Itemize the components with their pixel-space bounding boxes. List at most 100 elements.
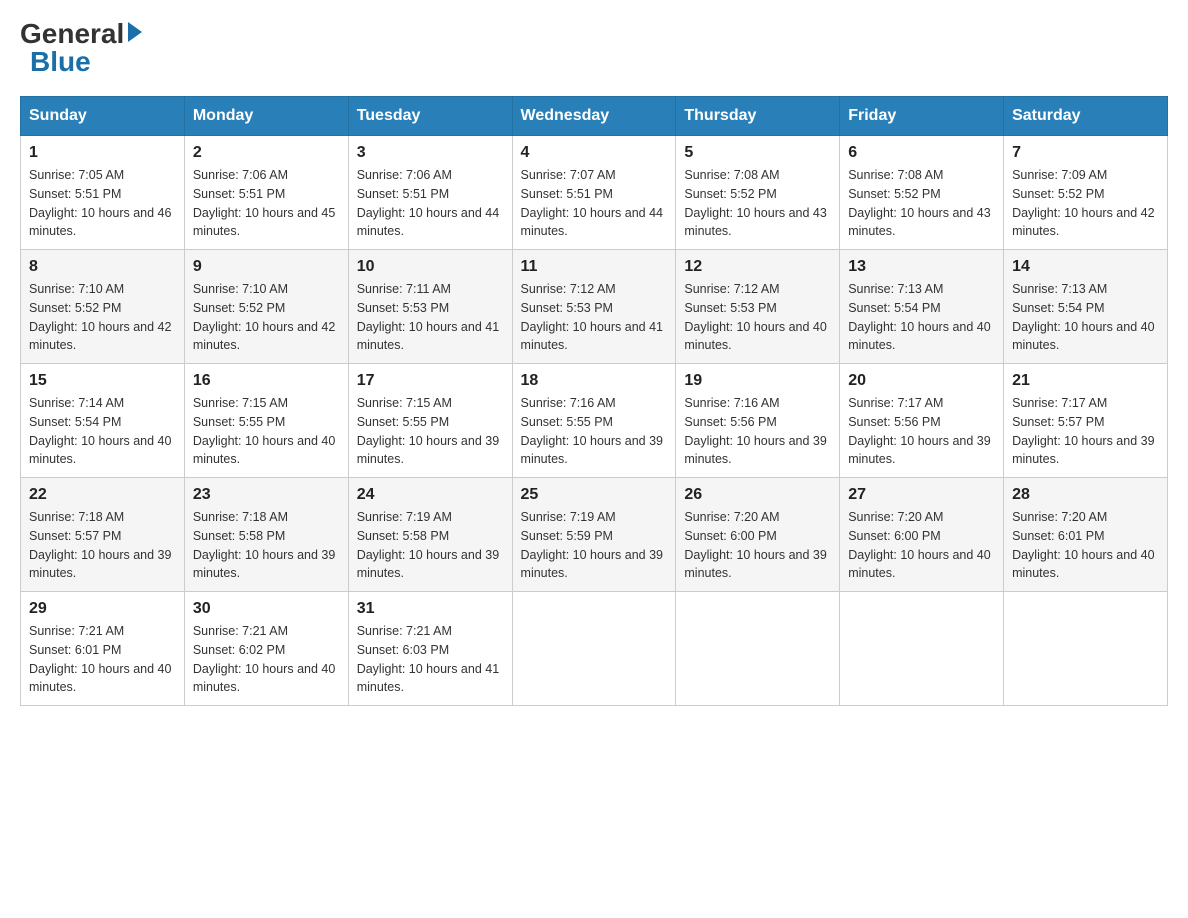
weekday-header-thursday: Thursday (676, 97, 840, 136)
day-info: Sunrise: 7:15 AMSunset: 5:55 PMDaylight:… (193, 396, 335, 466)
day-info: Sunrise: 7:20 AMSunset: 6:00 PMDaylight:… (848, 510, 990, 580)
calendar-week-row: 8 Sunrise: 7:10 AMSunset: 5:52 PMDayligh… (21, 250, 1168, 364)
day-number: 11 (521, 258, 668, 276)
day-info: Sunrise: 7:07 AMSunset: 5:51 PMDaylight:… (521, 168, 663, 238)
calendar-cell: 8 Sunrise: 7:10 AMSunset: 5:52 PMDayligh… (21, 250, 185, 364)
day-number: 17 (357, 372, 504, 390)
day-info: Sunrise: 7:13 AMSunset: 5:54 PMDaylight:… (1012, 282, 1154, 352)
day-info: Sunrise: 7:05 AMSunset: 5:51 PMDaylight:… (29, 168, 171, 238)
calendar-cell: 13 Sunrise: 7:13 AMSunset: 5:54 PMDaylig… (840, 250, 1004, 364)
day-number: 18 (521, 372, 668, 390)
day-number: 1 (29, 144, 176, 162)
day-info: Sunrise: 7:17 AMSunset: 5:57 PMDaylight:… (1012, 396, 1154, 466)
day-number: 24 (357, 486, 504, 504)
calendar-cell: 7 Sunrise: 7:09 AMSunset: 5:52 PMDayligh… (1004, 136, 1168, 250)
page-header: General Blue (20, 20, 1168, 76)
day-number: 25 (521, 486, 668, 504)
day-info: Sunrise: 7:20 AMSunset: 6:01 PMDaylight:… (1012, 510, 1154, 580)
calendar-cell: 20 Sunrise: 7:17 AMSunset: 5:56 PMDaylig… (840, 364, 1004, 478)
day-info: Sunrise: 7:16 AMSunset: 5:56 PMDaylight:… (684, 396, 826, 466)
calendar-cell: 18 Sunrise: 7:16 AMSunset: 5:55 PMDaylig… (512, 364, 676, 478)
calendar-cell: 15 Sunrise: 7:14 AMSunset: 5:54 PMDaylig… (21, 364, 185, 478)
weekday-header-sunday: Sunday (21, 97, 185, 136)
calendar-cell: 31 Sunrise: 7:21 AMSunset: 6:03 PMDaylig… (348, 592, 512, 706)
day-number: 26 (684, 486, 831, 504)
day-info: Sunrise: 7:12 AMSunset: 5:53 PMDaylight:… (521, 282, 663, 352)
day-number: 6 (848, 144, 995, 162)
calendar-cell: 9 Sunrise: 7:10 AMSunset: 5:52 PMDayligh… (184, 250, 348, 364)
day-info: Sunrise: 7:10 AMSunset: 5:52 PMDaylight:… (193, 282, 335, 352)
day-number: 27 (848, 486, 995, 504)
day-number: 8 (29, 258, 176, 276)
calendar-cell: 10 Sunrise: 7:11 AMSunset: 5:53 PMDaylig… (348, 250, 512, 364)
calendar-cell (676, 592, 840, 706)
calendar-cell: 28 Sunrise: 7:20 AMSunset: 6:01 PMDaylig… (1004, 478, 1168, 592)
day-info: Sunrise: 7:19 AMSunset: 5:59 PMDaylight:… (521, 510, 663, 580)
day-number: 19 (684, 372, 831, 390)
calendar-cell: 4 Sunrise: 7:07 AMSunset: 5:51 PMDayligh… (512, 136, 676, 250)
calendar-week-row: 22 Sunrise: 7:18 AMSunset: 5:57 PMDaylig… (21, 478, 1168, 592)
calendar-cell: 26 Sunrise: 7:20 AMSunset: 6:00 PMDaylig… (676, 478, 840, 592)
logo-blue-text: Blue (20, 48, 91, 76)
day-info: Sunrise: 7:20 AMSunset: 6:00 PMDaylight:… (684, 510, 826, 580)
day-number: 5 (684, 144, 831, 162)
calendar-cell (512, 592, 676, 706)
calendar-cell: 16 Sunrise: 7:15 AMSunset: 5:55 PMDaylig… (184, 364, 348, 478)
day-info: Sunrise: 7:11 AMSunset: 5:53 PMDaylight:… (357, 282, 499, 352)
weekday-header-friday: Friday (840, 97, 1004, 136)
weekday-header-monday: Monday (184, 97, 348, 136)
day-info: Sunrise: 7:21 AMSunset: 6:02 PMDaylight:… (193, 624, 335, 694)
day-info: Sunrise: 7:17 AMSunset: 5:56 PMDaylight:… (848, 396, 990, 466)
logo-general-text: General (20, 20, 124, 48)
day-number: 13 (848, 258, 995, 276)
day-number: 22 (29, 486, 176, 504)
calendar-cell: 19 Sunrise: 7:16 AMSunset: 5:56 PMDaylig… (676, 364, 840, 478)
day-info: Sunrise: 7:12 AMSunset: 5:53 PMDaylight:… (684, 282, 826, 352)
calendar-cell: 12 Sunrise: 7:12 AMSunset: 5:53 PMDaylig… (676, 250, 840, 364)
calendar-cell: 25 Sunrise: 7:19 AMSunset: 5:59 PMDaylig… (512, 478, 676, 592)
day-info: Sunrise: 7:16 AMSunset: 5:55 PMDaylight:… (521, 396, 663, 466)
calendar-cell: 29 Sunrise: 7:21 AMSunset: 6:01 PMDaylig… (21, 592, 185, 706)
day-info: Sunrise: 7:21 AMSunset: 6:01 PMDaylight:… (29, 624, 171, 694)
calendar-cell: 2 Sunrise: 7:06 AMSunset: 5:51 PMDayligh… (184, 136, 348, 250)
day-number: 30 (193, 600, 340, 618)
day-info: Sunrise: 7:09 AMSunset: 5:52 PMDaylight:… (1012, 168, 1154, 238)
calendar-week-row: 29 Sunrise: 7:21 AMSunset: 6:01 PMDaylig… (21, 592, 1168, 706)
day-number: 9 (193, 258, 340, 276)
calendar-cell: 3 Sunrise: 7:06 AMSunset: 5:51 PMDayligh… (348, 136, 512, 250)
day-number: 21 (1012, 372, 1159, 390)
weekday-header-wednesday: Wednesday (512, 97, 676, 136)
day-number: 4 (521, 144, 668, 162)
day-number: 3 (357, 144, 504, 162)
day-number: 31 (357, 600, 504, 618)
calendar-cell: 23 Sunrise: 7:18 AMSunset: 5:58 PMDaylig… (184, 478, 348, 592)
day-info: Sunrise: 7:14 AMSunset: 5:54 PMDaylight:… (29, 396, 171, 466)
day-info: Sunrise: 7:06 AMSunset: 5:51 PMDaylight:… (357, 168, 499, 238)
calendar-cell: 17 Sunrise: 7:15 AMSunset: 5:55 PMDaylig… (348, 364, 512, 478)
calendar-cell: 5 Sunrise: 7:08 AMSunset: 5:52 PMDayligh… (676, 136, 840, 250)
day-number: 7 (1012, 144, 1159, 162)
logo-arrow-icon (128, 22, 142, 42)
calendar-cell: 6 Sunrise: 7:08 AMSunset: 5:52 PMDayligh… (840, 136, 1004, 250)
calendar-cell: 21 Sunrise: 7:17 AMSunset: 5:57 PMDaylig… (1004, 364, 1168, 478)
calendar-cell: 11 Sunrise: 7:12 AMSunset: 5:53 PMDaylig… (512, 250, 676, 364)
day-info: Sunrise: 7:18 AMSunset: 5:58 PMDaylight:… (193, 510, 335, 580)
day-number: 16 (193, 372, 340, 390)
day-number: 20 (848, 372, 995, 390)
calendar-cell: 24 Sunrise: 7:19 AMSunset: 5:58 PMDaylig… (348, 478, 512, 592)
calendar-cell: 1 Sunrise: 7:05 AMSunset: 5:51 PMDayligh… (21, 136, 185, 250)
day-info: Sunrise: 7:10 AMSunset: 5:52 PMDaylight:… (29, 282, 171, 352)
day-info: Sunrise: 7:13 AMSunset: 5:54 PMDaylight:… (848, 282, 990, 352)
calendar-cell (1004, 592, 1168, 706)
logo: General Blue (20, 20, 142, 76)
day-number: 29 (29, 600, 176, 618)
calendar-week-row: 1 Sunrise: 7:05 AMSunset: 5:51 PMDayligh… (21, 136, 1168, 250)
calendar-table: SundayMondayTuesdayWednesdayThursdayFrid… (20, 96, 1168, 706)
day-number: 23 (193, 486, 340, 504)
weekday-header-saturday: Saturday (1004, 97, 1168, 136)
calendar-cell: 14 Sunrise: 7:13 AMSunset: 5:54 PMDaylig… (1004, 250, 1168, 364)
day-number: 15 (29, 372, 176, 390)
calendar-cell: 22 Sunrise: 7:18 AMSunset: 5:57 PMDaylig… (21, 478, 185, 592)
calendar-week-row: 15 Sunrise: 7:14 AMSunset: 5:54 PMDaylig… (21, 364, 1168, 478)
weekday-header-tuesday: Tuesday (348, 97, 512, 136)
